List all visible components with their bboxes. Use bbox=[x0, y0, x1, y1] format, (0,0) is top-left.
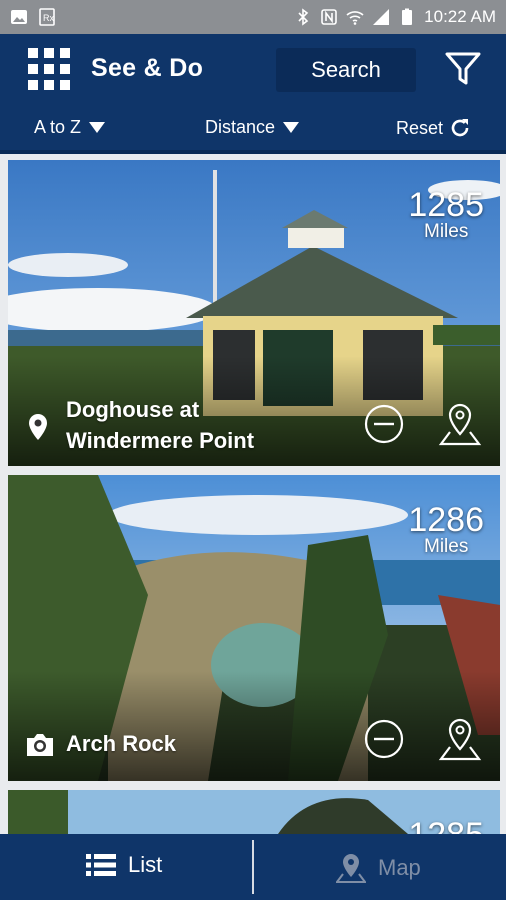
list-item[interactable]: 1285 Miles Doghouse at Windermere Point bbox=[8, 160, 500, 466]
status-time: 10:22 AM bbox=[424, 7, 496, 26]
card-shade bbox=[8, 671, 500, 781]
divider bbox=[0, 150, 506, 154]
map-pin-icon bbox=[336, 854, 366, 883]
search-button[interactable]: Search bbox=[276, 48, 416, 92]
page-title: See & Do bbox=[91, 54, 204, 82]
reset-button[interactable]: Reset bbox=[396, 117, 471, 139]
sort-a-to-z-label: A to Z bbox=[34, 117, 82, 137]
distance-value: 1285 bbox=[408, 186, 484, 224]
distance-unit: Miles bbox=[424, 536, 469, 557]
distance-unit: Miles bbox=[424, 221, 469, 242]
sort-a-to-z-button[interactable]: A to Z bbox=[34, 117, 106, 138]
bottom-nav: List Map bbox=[0, 834, 506, 900]
nav-divider bbox=[252, 840, 254, 894]
image-icon bbox=[11, 10, 27, 24]
remove-button[interactable] bbox=[364, 719, 404, 759]
card-title: Arch Rock bbox=[66, 728, 176, 759]
wifi-icon bbox=[346, 11, 364, 25]
card-title-line2: Windermere Point bbox=[66, 428, 255, 453]
location-pin-icon bbox=[29, 414, 47, 440]
sort-distance-button[interactable]: Distance bbox=[205, 117, 300, 138]
signal-icon bbox=[373, 9, 390, 25]
bluetooth-icon bbox=[298, 8, 309, 26]
svg-text:Rx: Rx bbox=[43, 13, 54, 23]
sort-distance-label: Distance bbox=[205, 117, 276, 137]
list-item[interactable]: 1286 Miles Arch Rock bbox=[8, 475, 500, 781]
app-bar: See & Do Search bbox=[0, 34, 506, 106]
sort-bar: A to Z Distance Reset bbox=[0, 106, 506, 150]
filter-icon[interactable] bbox=[444, 50, 482, 88]
nfc-icon bbox=[321, 9, 337, 25]
map-pin-button[interactable] bbox=[438, 402, 482, 448]
tab-map-label: Map bbox=[378, 855, 421, 880]
prescription-icon: Rx bbox=[39, 8, 55, 26]
card-title: Doghouse at Windermere Point bbox=[66, 394, 254, 456]
tab-map[interactable]: Map bbox=[336, 852, 421, 884]
status-bar: Rx 10:22 AM bbox=[0, 0, 506, 34]
card-title-line1: Doghouse at bbox=[66, 397, 200, 422]
distance-badge: 1285 Miles bbox=[408, 188, 484, 242]
tab-list-label: List bbox=[128, 852, 163, 877]
refresh-icon bbox=[451, 119, 469, 137]
list-icon bbox=[86, 854, 116, 876]
battery-icon bbox=[402, 8, 413, 25]
caret-down-icon bbox=[89, 122, 106, 133]
remove-button[interactable] bbox=[364, 404, 404, 444]
distance-badge: 1286 Miles bbox=[408, 503, 484, 557]
card-title-line1: Arch Rock bbox=[66, 731, 177, 756]
apps-grid-icon[interactable] bbox=[28, 48, 70, 90]
distance-value: 1286 bbox=[408, 501, 484, 539]
tab-list[interactable]: List bbox=[86, 852, 162, 878]
list-item[interactable]: 1285 bbox=[8, 790, 500, 834]
map-pin-button[interactable] bbox=[438, 717, 482, 763]
distance-value: 1285 bbox=[408, 818, 484, 834]
caret-down-icon bbox=[283, 122, 300, 133]
distance-badge: 1285 bbox=[408, 818, 484, 834]
camera-icon bbox=[27, 734, 53, 756]
reset-label: Reset bbox=[396, 117, 444, 138]
